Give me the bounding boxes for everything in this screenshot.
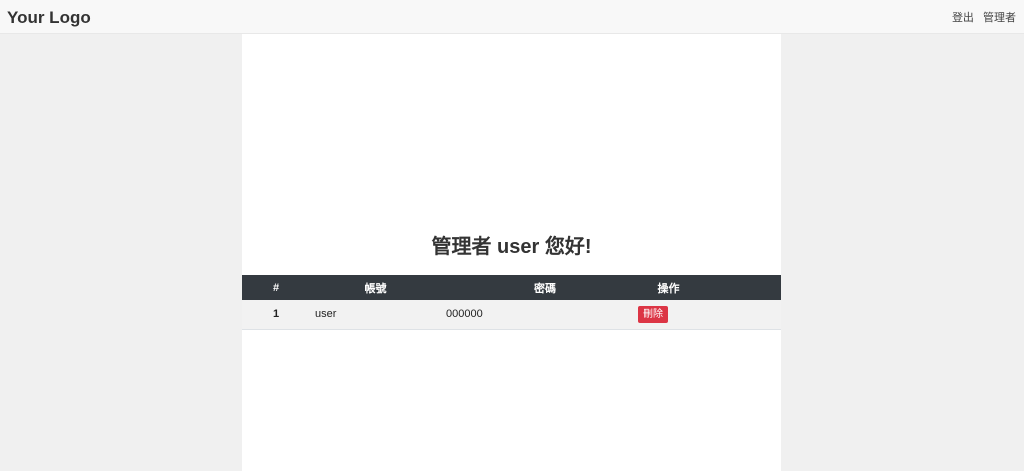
nav-links: 登出 管理者 — [946, 11, 1016, 25]
delete-button[interactable]: 刪除 — [638, 305, 668, 323]
row-account: user — [315, 308, 337, 321]
column-header-account: 帳號 — [364, 282, 387, 295]
table-header-row: # 帳號 密碼 操作 — [242, 275, 781, 300]
table-row: 1 user 000000 刪除 — [242, 300, 781, 329]
row-action-cell: 刪除 — [556, 300, 781, 329]
column-header-password: 密碼 — [534, 282, 556, 295]
user-table: # 帳號 密碼 操作 1 user 000000 刪除 — [242, 275, 781, 330]
column-header-action: 操作 — [657, 282, 680, 295]
logout-link[interactable]: 登出 — [952, 12, 974, 24]
page-title: 管理者 user 您好! — [431, 236, 592, 258]
logo[interactable]: Your Logo — [7, 8, 91, 28]
row-number: 1 — [272, 308, 280, 321]
main-panel: 管理者 user 您好! # 帳號 密碼 操作 1 user 000000 刪除 — [242, 34, 781, 471]
row-password: 000000 — [446, 308, 483, 321]
admin-link[interactable]: 管理者 — [983, 12, 1016, 24]
top-navbar: Your Logo 登出 管理者 — [0, 0, 1024, 34]
column-header-number: # — [272, 281, 280, 294]
